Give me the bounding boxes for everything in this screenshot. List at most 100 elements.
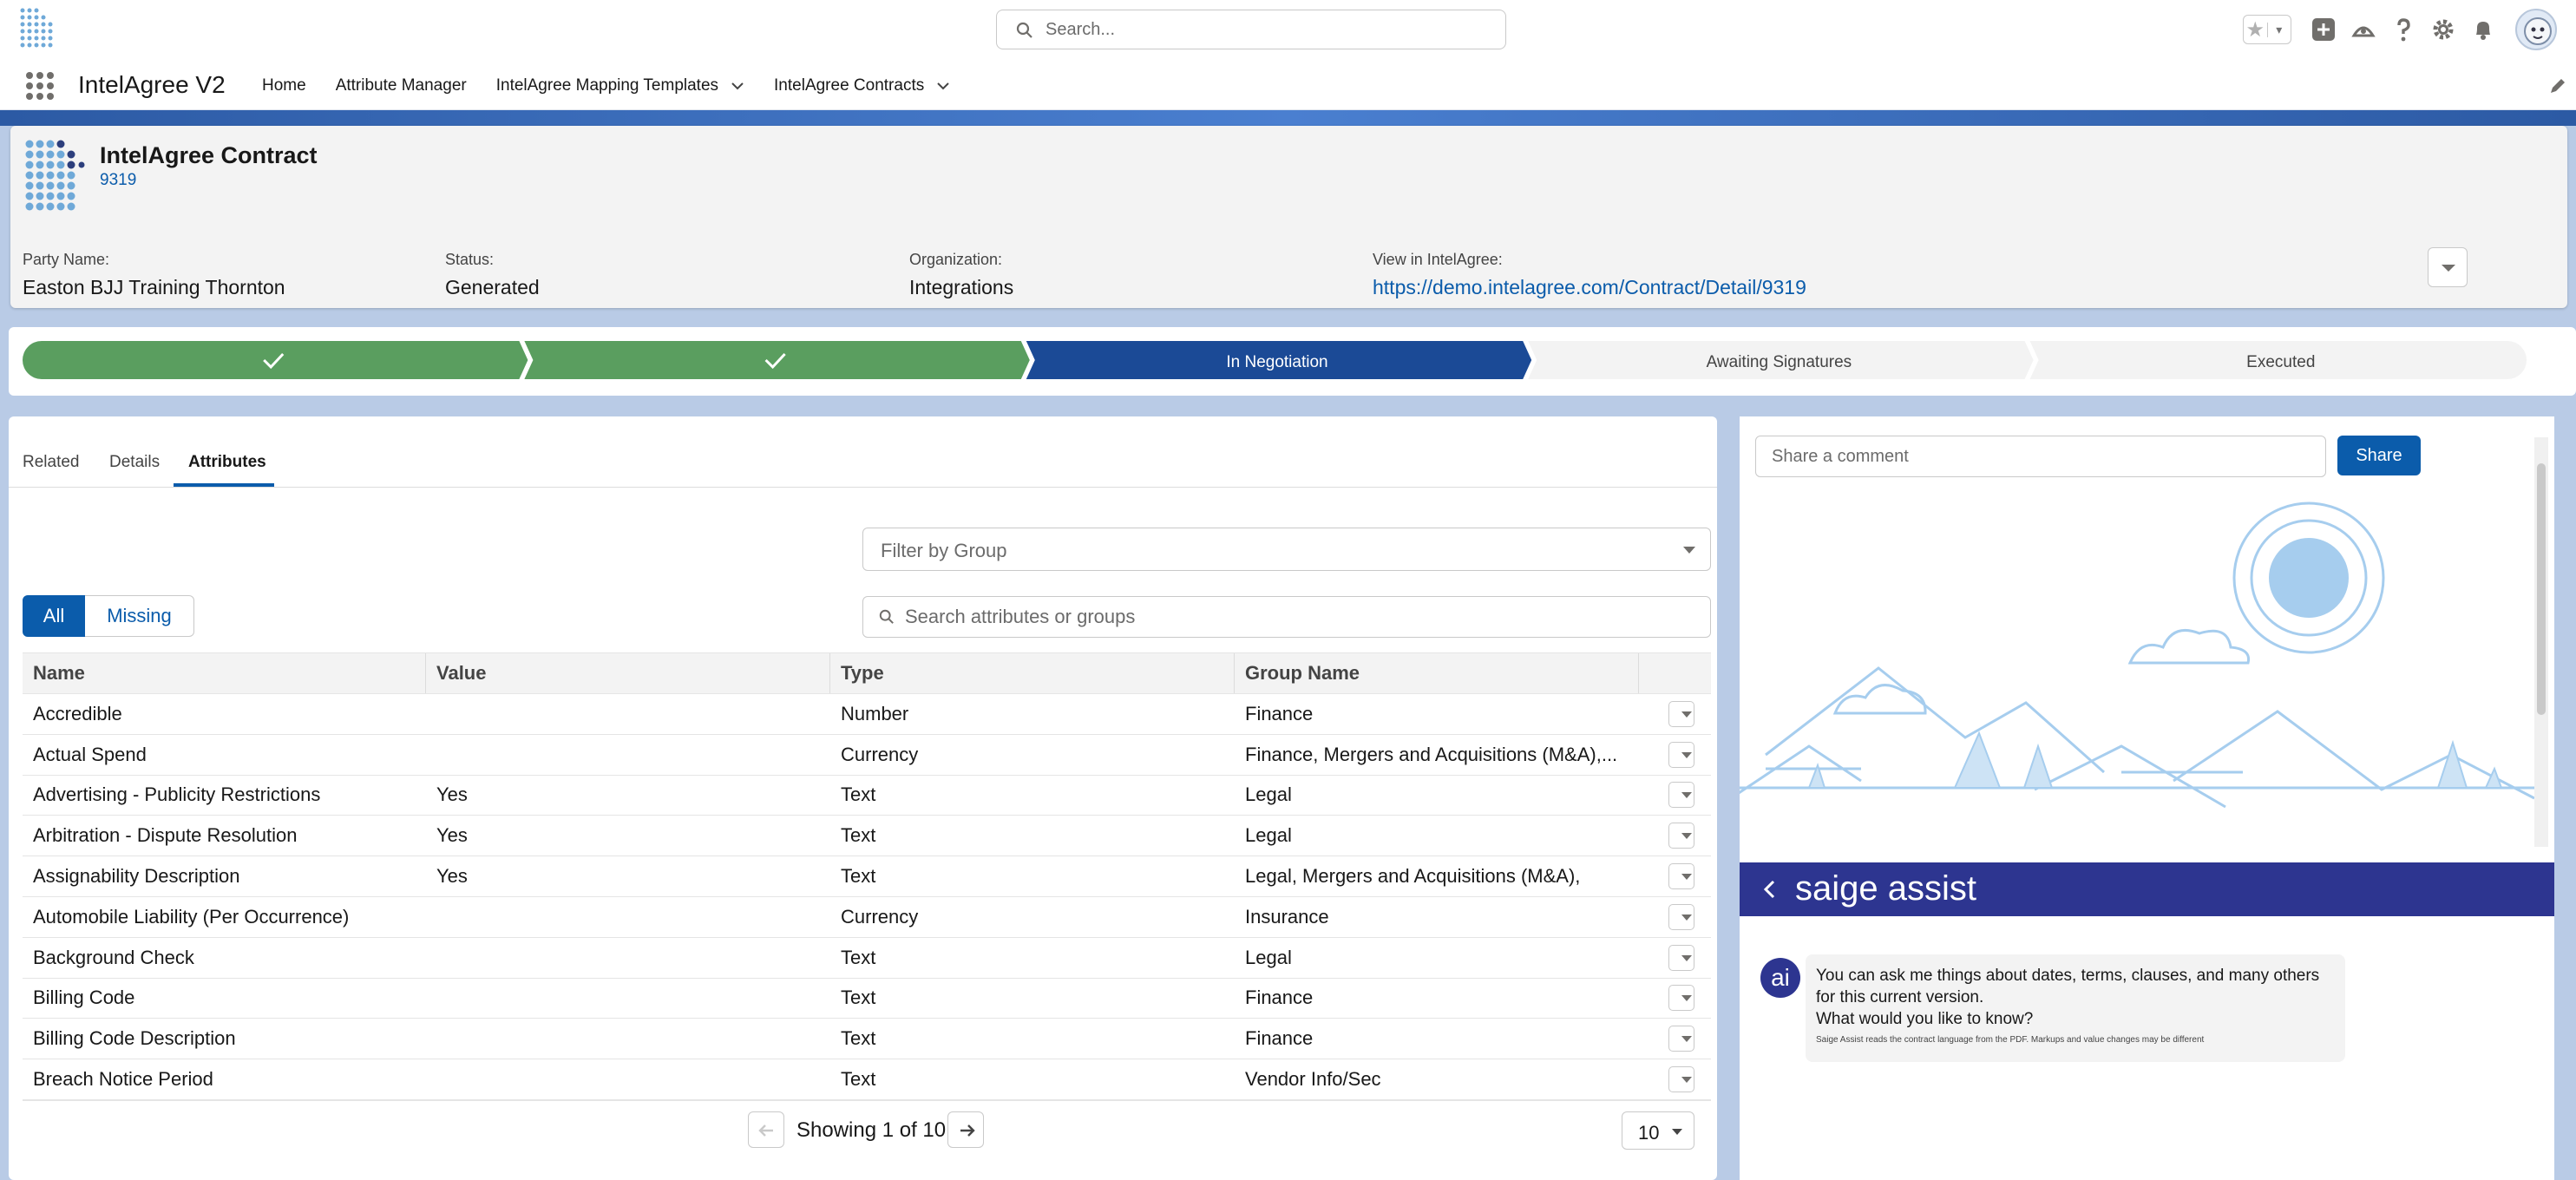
cell-group: Legal (1245, 783, 1292, 806)
row-actions-button[interactable] (1668, 863, 1694, 890)
column-header-value[interactable]: Value (426, 653, 830, 693)
field-label: Status: (445, 251, 495, 268)
table-row[interactable]: Advertising - Publicity Restrictions Yes T… (23, 776, 1711, 816)
global-search-box[interactable] (996, 10, 1506, 49)
nav-item-home[interactable]: Home (262, 76, 306, 95)
app-launcher-icon[interactable] (26, 72, 54, 100)
column-header-type[interactable]: Type (830, 653, 1235, 693)
cell-value: Yes (436, 783, 468, 806)
cell-group: Finance (1245, 1027, 1314, 1050)
row-actions-button[interactable] (1668, 823, 1694, 849)
row-actions-button[interactable] (1668, 1026, 1694, 1052)
table-row[interactable]: Assignability Description Yes Text Legal, M… (23, 856, 1711, 897)
previous-page-button[interactable] (748, 1111, 784, 1148)
nav-item-intelagree-mapping-templates[interactable]: IntelAgree Mapping Templates (496, 76, 744, 95)
empty-feed-illustration (1740, 502, 2534, 809)
intelagree-logo[interactable] (19, 7, 57, 52)
cell-type: Text (841, 1068, 876, 1091)
tab-attributes[interactable]: Attributes (188, 453, 266, 472)
record-actions-dropdown[interactable] (2428, 247, 2468, 287)
star-icon[interactable]: ★ (2244, 17, 2267, 43)
field-label: View in IntelAgree: (1373, 251, 1503, 268)
column-header-group-name[interactable]: Group Name (1235, 653, 1639, 693)
scrollbar-thumb[interactable] (2537, 463, 2546, 715)
field-label: Party Name: (23, 251, 110, 268)
cell-actions (1639, 1026, 1711, 1052)
edit-nav-pencil-icon[interactable] (2549, 77, 2566, 95)
path-stage-2[interactable] (524, 341, 1030, 379)
table-row[interactable]: Billing Code Text Finance (23, 979, 1711, 1019)
chevron-down-icon[interactable] (936, 79, 950, 93)
chevron-down-icon[interactable] (731, 79, 744, 93)
favorites-button[interactable]: ★ ▾ (2243, 15, 2291, 44)
row-actions-button[interactable] (1668, 985, 1694, 1012)
page-size-select[interactable]: 10 (1622, 1111, 1694, 1150)
saige-assist-title: saige assist (1795, 869, 1976, 908)
gear-icon[interactable] (2430, 16, 2456, 43)
record-object-label: IntelAgree Contract (100, 142, 318, 168)
table-row[interactable]: Breach Notice Period Text Vendor Info/Sec (23, 1059, 1711, 1100)
tab-related[interactable]: Related (23, 453, 80, 472)
table-row[interactable]: Actual Spend Currency Finance, Mergers and… (23, 735, 1711, 776)
row-actions-button[interactable] (1668, 903, 1694, 930)
next-page-button[interactable] (947, 1111, 984, 1148)
tab-details[interactable]: Details (109, 453, 160, 472)
saige-assist-header: saige assist (1740, 862, 2554, 916)
cell-type: Text (841, 865, 876, 888)
share-comment-input[interactable] (1772, 436, 2310, 476)
nav-item-label: Home (262, 75, 306, 95)
user-avatar[interactable] (2515, 9, 2557, 50)
field-value: Easton BJJ Training Thornton (23, 276, 285, 298)
row-actions-button[interactable] (1668, 944, 1694, 971)
cell-value: Yes (436, 824, 468, 847)
path-stage-label: In Negotiation (1226, 353, 1328, 371)
path-stage-1[interactable] (23, 341, 528, 379)
cell-actions (1639, 1066, 1711, 1093)
cell-value: Yes (436, 865, 468, 888)
column-header-actions (1639, 653, 1711, 693)
page-banner (0, 110, 2576, 126)
cell-type: Text (841, 946, 876, 968)
column-header-name[interactable]: Name (23, 653, 426, 693)
cell-group: Finance, Mergers and Acquisitions (M&A),… (1245, 743, 1618, 765)
favorites-menu-icon[interactable]: ▾ (2266, 22, 2291, 37)
global-search-input[interactable] (1045, 10, 1488, 49)
search-icon (879, 609, 894, 624)
nav-item-intelagree-contracts[interactable]: IntelAgree Contracts (774, 76, 950, 95)
trailhead-icon[interactable] (2350, 16, 2376, 43)
attribute-search-input[interactable] (905, 597, 1686, 637)
table-row[interactable]: Arbitration - Dispute Resolution Yes Text L… (23, 816, 1711, 857)
show-missing-button[interactable]: Missing (85, 595, 194, 637)
table-row[interactable]: Accredible Number Finance (23, 694, 1711, 735)
row-actions-button[interactable] (1668, 782, 1694, 809)
saige-assist-chat: ai You can ask me things about dates, te… (1740, 916, 2554, 1180)
share-comment-box[interactable] (1755, 436, 2326, 477)
row-actions-button[interactable] (1668, 1066, 1694, 1093)
active-tab-indicator (174, 483, 274, 487)
table-row[interactable]: Billing Code Description Text Finance (23, 1019, 1711, 1060)
filter-by-group-select[interactable]: Filter by Group (862, 528, 1711, 571)
share-button[interactable]: Share (2337, 436, 2421, 475)
nav-item-attribute-manager[interactable]: Attribute Manager (336, 76, 467, 95)
ai-avatar-icon: ai (1760, 958, 1800, 998)
show-all-button[interactable]: All (23, 595, 85, 637)
tab-bar: Related Details Attributes (9, 416, 1717, 488)
attribute-search-box[interactable] (862, 596, 1711, 638)
table-row[interactable]: Background Check Text Legal (23, 938, 1711, 979)
status-path: In Negotiation Awaiting Signatures Execute… (9, 327, 2576, 396)
table-row[interactable]: Automobile Liability (Per Occurrence) Cur… (23, 897, 1711, 938)
intelagree-contract-link[interactable]: https://demo.intelagree.com/Contract/Det… (1373, 276, 1806, 299)
row-actions-button[interactable] (1668, 700, 1694, 727)
bell-icon[interactable] (2470, 16, 2496, 43)
cell-type: Text (841, 824, 876, 847)
row-actions-button[interactable] (1668, 741, 1694, 768)
cell-name: Billing Code Description (33, 1027, 236, 1050)
help-icon[interactable] (2390, 16, 2416, 43)
plus-square-icon[interactable] (2311, 16, 2337, 43)
chevron-down-icon (1681, 914, 1692, 921)
cell-type: Currency (841, 905, 919, 928)
cell-group: Insurance (1245, 905, 1329, 928)
chevron-down-icon (1681, 1036, 1692, 1043)
back-chevron-icon[interactable] (1760, 878, 1780, 901)
chatter-scrollbar[interactable] (2534, 437, 2548, 847)
